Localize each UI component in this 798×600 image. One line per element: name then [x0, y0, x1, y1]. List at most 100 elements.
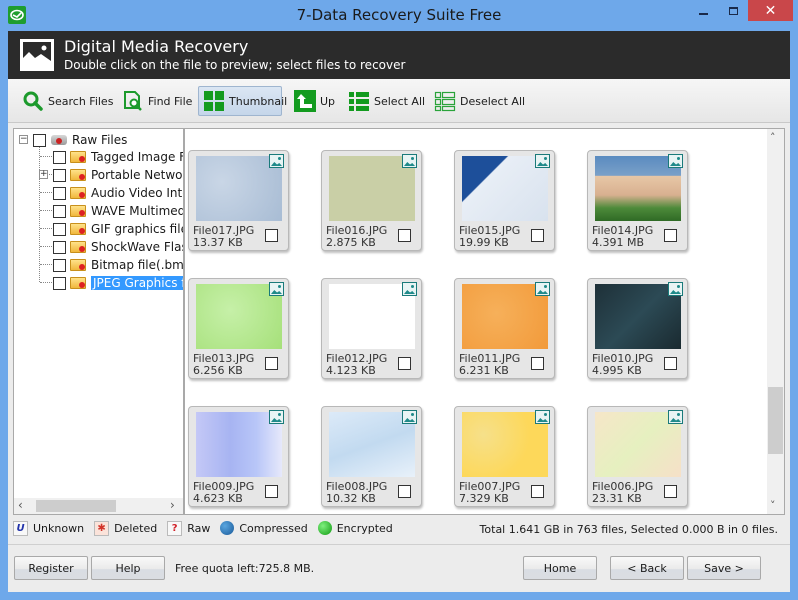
header-subtitle: Double click on the file to preview; sel… — [64, 58, 406, 72]
image-type-icon — [668, 282, 683, 296]
file-size: 13.37 KB — [193, 236, 243, 249]
tree-checkbox[interactable] — [53, 150, 66, 164]
maximize-icon — [728, 6, 738, 15]
tree-checkbox[interactable] — [53, 258, 66, 272]
scroll-left-icon[interactable]: ‹ — [18, 498, 23, 512]
close-button[interactable]: ✕ — [748, 0, 793, 21]
legend-label: Raw — [187, 521, 211, 535]
image-type-icon — [668, 410, 683, 424]
scrollbar-thumb[interactable] — [36, 500, 116, 512]
file-checkbox[interactable] — [664, 229, 677, 242]
find-file-button[interactable]: Find File — [118, 86, 196, 116]
tree-item-shockwave[interactable]: ShockWave Flasl — [53, 238, 184, 256]
file-thumbnail[interactable]: File006.JPG 23.31 KB — [587, 406, 688, 507]
file-checkbox[interactable] — [398, 485, 411, 498]
image-type-icon — [269, 282, 284, 296]
tree-item-audio-video[interactable]: Audio Video Inte — [53, 184, 183, 202]
tree-item-jpeg[interactable]: JPEG Graphics fil — [53, 274, 183, 292]
help-button[interactable]: Help — [91, 556, 165, 580]
up-button[interactable]: Up — [290, 86, 339, 116]
tree-checkbox[interactable] — [53, 222, 66, 236]
file-thumbnail[interactable]: File017.JPG 13.37 KB — [188, 150, 289, 251]
tree-checkbox[interactable] — [53, 186, 66, 200]
tree-checkbox[interactable] — [53, 168, 66, 182]
scroll-up-icon[interactable]: ˄ — [770, 131, 776, 144]
tree-item-wave[interactable]: WAVE Multimed — [53, 202, 183, 220]
thumbnail-grid-icon — [203, 90, 225, 112]
tree-checkbox[interactable] — [53, 204, 66, 218]
tree-checkbox[interactable] — [53, 276, 66, 290]
file-checkbox[interactable] — [531, 229, 544, 242]
maximize-button[interactable] — [718, 0, 748, 21]
file-size: 2.875 KB — [326, 236, 376, 249]
file-size: 4.623 KB — [193, 492, 243, 505]
deselect-all-button[interactable]: Deselect All — [430, 86, 529, 116]
scroll-right-icon[interactable]: › — [170, 498, 175, 512]
file-thumbnail[interactable]: File010.JPG 4.995 KB — [587, 278, 688, 379]
legend-label: Unknown — [33, 521, 85, 535]
legend-label: Encrypted — [336, 521, 393, 535]
image-type-icon — [402, 410, 417, 424]
file-checkbox[interactable] — [265, 357, 278, 370]
compressed-dot-icon — [220, 521, 235, 535]
file-size: 10.32 KB — [326, 492, 376, 505]
tree-item-label: ShockWave Flasl — [91, 240, 184, 254]
window-title: 7-Data Recovery Suite Free — [296, 6, 502, 24]
file-thumbnail[interactable]: File009.JPG 4.623 KB — [188, 406, 289, 507]
deselect-all-label: Deselect All — [460, 94, 526, 108]
image-type-icon — [269, 154, 284, 168]
tree-item-tagged-image[interactable]: Tagged Image F — [53, 148, 183, 166]
file-checkbox[interactable] — [398, 357, 411, 370]
search-files-button[interactable]: Search Files — [18, 86, 117, 116]
file-checkbox[interactable] — [531, 357, 544, 370]
raw-icon: ? — [167, 520, 183, 536]
tree-item-bitmap[interactable]: Bitmap file(.bmp — [53, 256, 184, 274]
file-checkbox[interactable] — [265, 485, 278, 498]
file-thumbnail[interactable]: File011.JPG 6.231 KB — [454, 278, 555, 379]
thumbnail-button[interactable]: Thumbnail — [198, 86, 287, 116]
file-checkbox[interactable] — [531, 485, 544, 498]
file-size: 4.995 KB — [592, 364, 642, 377]
file-size: 7.329 KB — [459, 492, 509, 505]
up-label: Up — [320, 94, 336, 108]
file-thumbnail[interactable]: File015.JPG 19.99 KB — [454, 150, 555, 251]
file-thumbnail[interactable]: File008.JPG 10.32 KB — [321, 406, 422, 507]
grid-vertical-scrollbar[interactable]: ˄ ˅ — [767, 129, 784, 514]
file-checkbox[interactable] — [398, 229, 411, 242]
file-thumbnail[interactable]: File016.JPG 2.875 KB — [321, 150, 422, 251]
tree-item-raw-files[interactable]: Raw Files — [33, 131, 127, 149]
tree-checkbox[interactable] — [33, 133, 46, 147]
scroll-down-icon[interactable]: ˅ — [770, 499, 776, 512]
back-button[interactable]: < Back — [610, 556, 684, 580]
home-button[interactable]: Home — [523, 556, 597, 580]
legend-compressed: Compressed — [220, 521, 308, 535]
tree-item-gif[interactable]: GIF graphics file — [53, 220, 183, 238]
tree-item-label: Raw Files — [72, 133, 128, 147]
file-checkbox[interactable] — [265, 229, 278, 242]
tree-horizontal-scrollbar[interactable]: ‹ › — [14, 498, 183, 514]
file-thumbnail[interactable]: File013.JPG 6.256 KB — [188, 278, 289, 379]
folder-icon — [70, 277, 86, 289]
folder-icon — [70, 151, 86, 163]
tree-item-label: JPEG Graphics fil — [91, 276, 183, 290]
file-thumbnail[interactable]: File007.JPG 7.329 KB — [454, 406, 555, 507]
file-checkbox[interactable] — [664, 357, 677, 370]
file-checkbox[interactable] — [664, 485, 677, 498]
select-all-button[interactable]: Select All — [344, 86, 429, 116]
collapse-toggle[interactable]: − — [19, 135, 28, 144]
tree-checkbox[interactable] — [53, 240, 66, 254]
image-type-icon — [668, 154, 683, 168]
register-button[interactable]: Register — [14, 556, 88, 580]
tree-item-label: Bitmap file(.bmp — [91, 258, 184, 272]
file-thumbnail[interactable]: File012.JPG 4.123 KB — [321, 278, 422, 379]
file-size: 6.231 KB — [459, 364, 509, 377]
select-all-label: Select All — [374, 94, 426, 108]
folder-tree: − Raw Files Tagged Image F + Portable Ne… — [13, 128, 184, 515]
minimize-button[interactable] — [688, 0, 718, 21]
scrollbar-thumb[interactable] — [768, 387, 783, 454]
expand-toggle[interactable]: + — [39, 170, 48, 179]
save-button[interactable]: Save > — [687, 556, 761, 580]
file-thumbnail[interactable]: File014.JPG 4.391 MB — [587, 150, 688, 251]
tree-item-portable-network[interactable]: Portable Networ — [53, 166, 183, 184]
encrypted-dot-icon — [317, 521, 332, 535]
